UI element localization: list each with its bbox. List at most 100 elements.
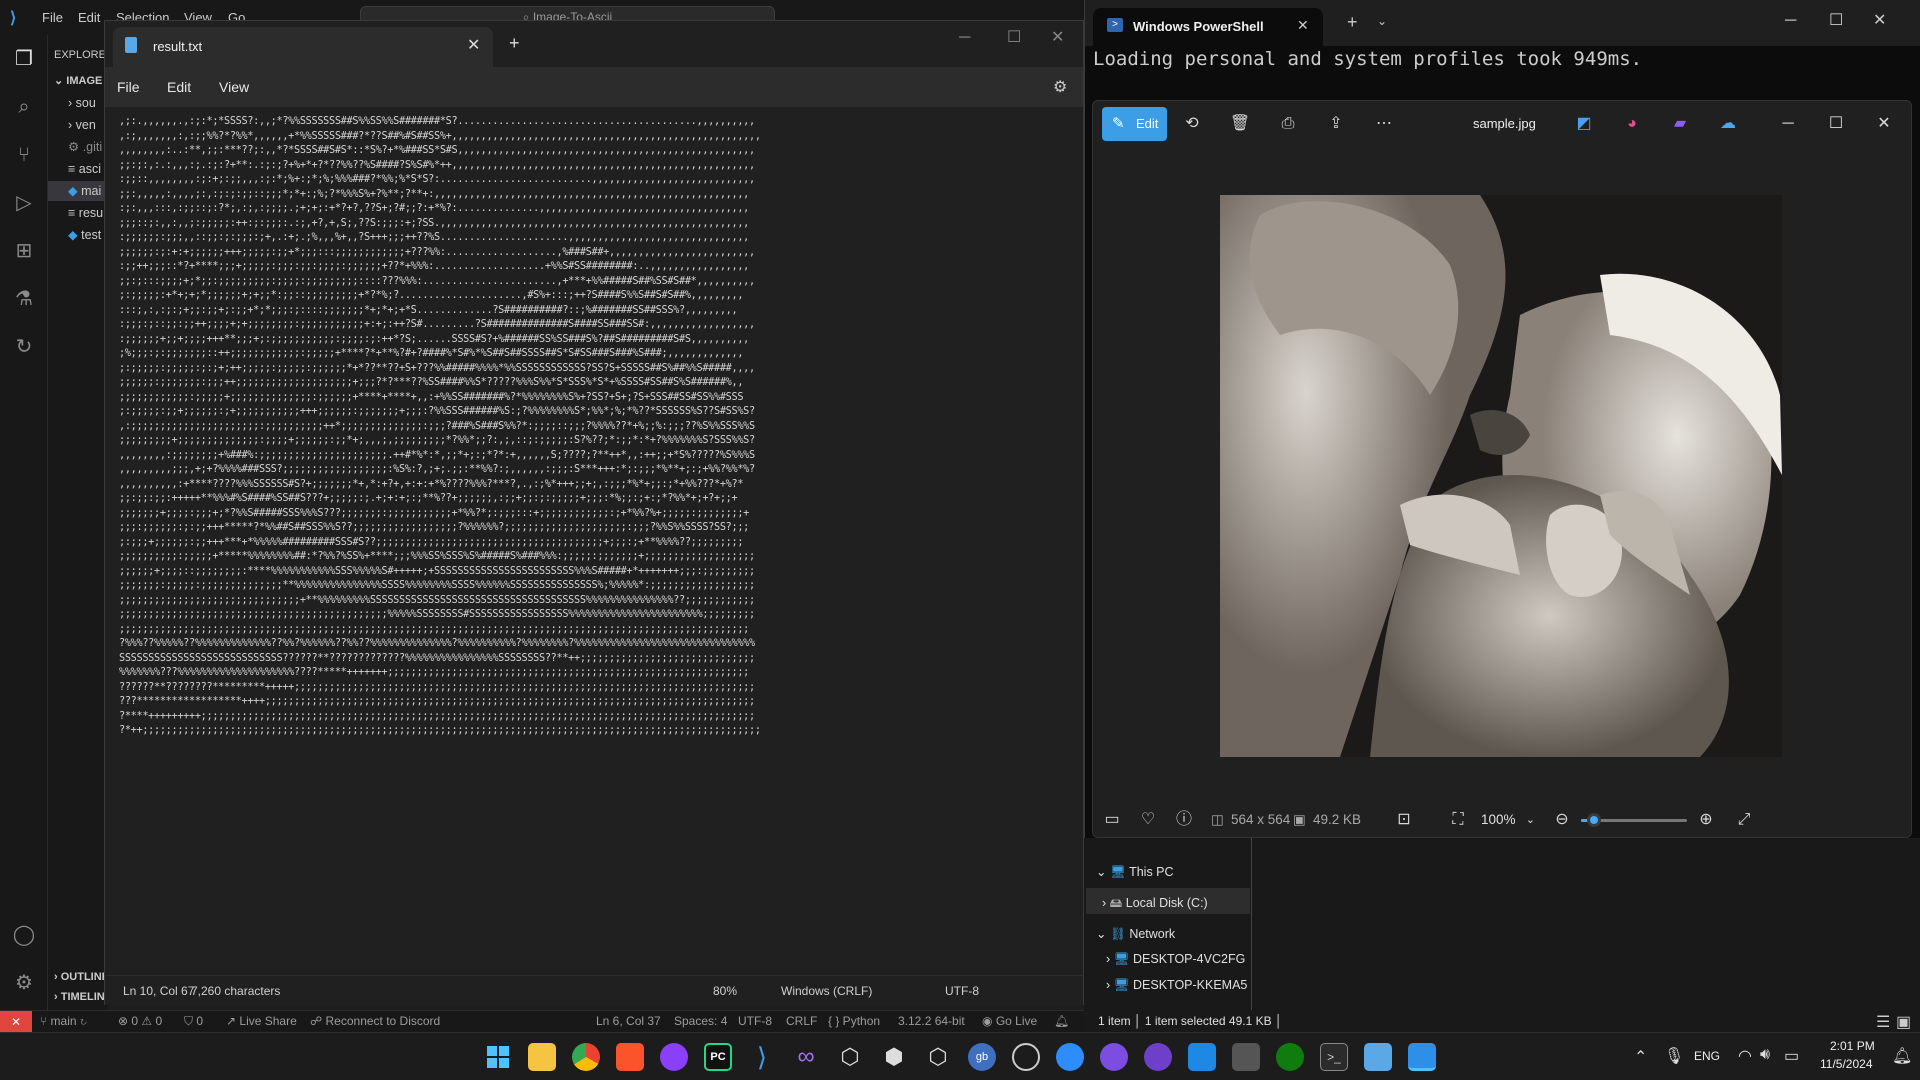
terminal-output[interactable]: Loading personal and system profiles too… (1093, 48, 1642, 70)
indentation[interactable]: Spaces: 4 (674, 1014, 727, 1028)
minimize-icon[interactable]: ─ (1777, 113, 1799, 135)
edit-button[interactable]: ✎ Edit (1102, 107, 1167, 141)
tree-item-selected[interactable]: ◆ mai (48, 181, 108, 201)
menu-edit[interactable]: Edit (78, 10, 100, 25)
notepad-icon[interactable] (1364, 1043, 1392, 1071)
pycharm-icon[interactable]: PC (704, 1043, 732, 1071)
settings-gear-icon[interactable]: ⚙ (12, 971, 36, 995)
explorer-icon[interactable]: ❐ (12, 47, 36, 71)
wifi-icon[interactable]: ◠ (1738, 1046, 1752, 1066)
close-icon[interactable]: ✕ (1051, 27, 1064, 47)
tree-this-pc[interactable]: ⌄ 🖥︎ This PC (1096, 864, 1174, 880)
live-share-button[interactable]: ↗ Live Share (226, 1014, 297, 1028)
blue-app-icon[interactable] (1188, 1043, 1216, 1071)
print-icon[interactable]: ⎙ (1277, 113, 1299, 135)
interpreter[interactable]: 3.12.2 64-bit (898, 1014, 965, 1028)
maximize-icon[interactable]: ☐ (1007, 27, 1021, 47)
close-tab-icon[interactable]: ✕ (467, 35, 480, 55)
windows-terminal-icon[interactable]: >_ (1320, 1043, 1348, 1071)
displayed-photo[interactable] (1220, 195, 1782, 757)
terminal-app-icon[interactable] (1232, 1043, 1260, 1071)
microphone-icon[interactable]: 🎙︎ (1664, 1046, 1684, 1066)
close-tab-icon[interactable]: ✕ (1297, 17, 1309, 34)
rotate-icon[interactable]: ⟲ (1181, 113, 1203, 135)
problems-indicator[interactable]: ⊗ 0 ⚠ 0 (118, 1014, 162, 1028)
np-menu-edit[interactable]: Edit (167, 79, 191, 95)
obs-icon[interactable] (660, 1043, 688, 1071)
tree-desktop-1[interactable]: › 🖥︎ DESKTOP-4VC2FG (1106, 952, 1251, 967)
info-icon[interactable]: ⓘ (1173, 809, 1195, 831)
maximize-icon[interactable]: ☐ (1829, 10, 1843, 30)
outline-section[interactable]: › OUTLINE (54, 967, 108, 987)
settings-gear-icon[interactable]: ⚙ (1053, 77, 1067, 97)
cube-app-icon[interactable]: ⬢ (880, 1043, 908, 1071)
zoom-slider[interactable] (1581, 813, 1687, 827)
new-tab-icon[interactable]: + (509, 33, 520, 54)
details-view-icon[interactable]: ☰ (1876, 1012, 1890, 1032)
testing-icon[interactable]: ⚗ (12, 287, 36, 311)
search-icon[interactable]: ⌕ (12, 95, 36, 119)
extensions-icon[interactable]: ⊞ (12, 239, 36, 263)
clock-date[interactable]: 11/5/2024 (1820, 1057, 1873, 1071)
zoom-app-icon[interactable] (1056, 1043, 1084, 1071)
visual-search-icon[interactable]: ⊡ (1393, 809, 1415, 831)
go-live-button[interactable]: ◉ Go Live (982, 1014, 1037, 1028)
tree-network[interactable]: ⌄ ⛓ Network (1096, 926, 1175, 942)
github-desktop-icon[interactable] (1144, 1043, 1172, 1071)
share-icon[interactable]: ⇪ (1325, 113, 1347, 135)
cursor-position[interactable]: Ln 6, Col 37 (596, 1014, 661, 1028)
filmstrip-icon[interactable]: ▭ (1101, 809, 1123, 831)
source-control-icon[interactable]: ⑂ (12, 143, 36, 167)
notification-bell-icon[interactable]: 🔔︎ (1892, 1046, 1912, 1066)
battery-icon[interactable]: ▭ (1784, 1046, 1799, 1066)
fit-to-window-icon[interactable]: ⛶ (1447, 809, 1469, 831)
unity-icon[interactable]: ⬡ (836, 1043, 864, 1071)
tree-local-disk[interactable]: › 🖴 Local Disk (C:) (1086, 888, 1250, 914)
clipchamp-icon[interactable]: ▰ (1669, 113, 1691, 135)
gb-app-icon[interactable]: gb (968, 1043, 996, 1071)
zoom-out-icon[interactable]: ⊖ (1551, 809, 1573, 831)
delete-icon[interactable]: 🗑︎ (1229, 113, 1251, 135)
close-icon[interactable]: ✕ (1873, 113, 1895, 135)
terminal-tab[interactable]: > Windows PowerShell ✕ (1093, 8, 1323, 46)
language-indicator[interactable]: ENG (1694, 1049, 1720, 1063)
encoding[interactable]: UTF-8 (738, 1014, 772, 1028)
notifications-bell-icon[interactable]: 🔔︎ (1054, 1014, 1069, 1028)
notepad-tab[interactable]: result.txt ✕ (113, 27, 493, 67)
brave-icon[interactable] (616, 1043, 644, 1071)
xbox-icon[interactable] (1276, 1043, 1304, 1071)
tree-item[interactable]: › ven (68, 115, 96, 135)
zoom-dropdown[interactable]: 100% ⌄ (1475, 807, 1539, 833)
show-hidden-icons-chevron-icon[interactable]: ⌃ (1634, 1047, 1647, 1067)
onedrive-icon[interactable]: ☁ (1717, 113, 1739, 135)
photos-app-icon[interactable] (1408, 1043, 1436, 1071)
explorer-section[interactable]: ⌄ IMAGE (54, 71, 102, 91)
tree-desktop-2[interactable]: › 🖥︎ DESKTOP-KKEMA5 (1106, 978, 1251, 993)
maximize-icon[interactable]: ☐ (1825, 113, 1847, 135)
new-tab-icon[interactable]: + (1347, 12, 1358, 33)
np-menu-view[interactable]: View (219, 79, 249, 95)
branch-indicator[interactable]: ⑂ main ↻ (40, 1014, 87, 1028)
eol[interactable]: CRLF (786, 1014, 817, 1028)
visual-studio-icon[interactable]: ∞ (792, 1043, 820, 1071)
timeline-section[interactable]: › TIMELINE (54, 987, 108, 1007)
account-icon[interactable]: ◯ (12, 923, 36, 947)
file-explorer-icon[interactable] (528, 1043, 556, 1071)
zoom-in-icon[interactable]: ⊕ (1695, 809, 1717, 831)
remote-indicator[interactable]: ✕ (0, 1011, 32, 1033)
discord-button[interactable]: ☍ Reconnect to Discord (310, 1014, 440, 1028)
run-debug-icon[interactable]: ▷ (12, 191, 36, 215)
tree-item[interactable]: › sou (68, 93, 96, 113)
chrome-icon[interactable] (572, 1043, 600, 1071)
live-share-icon[interactable]: ↻ (12, 335, 36, 359)
volume-icon[interactable]: 🔊︎ (1760, 1046, 1770, 1064)
notepad-text-area[interactable]: ,;:.,,,,,,.,:;:*;*SSSS?:,,;*?%%SSSSSSS##… (119, 115, 1069, 975)
minimize-icon[interactable]: ─ (1785, 12, 1796, 30)
fullscreen-icon[interactable]: ⤢ (1733, 809, 1755, 831)
vscode-icon[interactable]: ⟩ (748, 1043, 776, 1071)
minimize-icon[interactable]: ─ (959, 29, 970, 47)
tree-item[interactable]: ⚙ .giti (68, 137, 102, 157)
clock-time[interactable]: 2:01 PM (1830, 1039, 1875, 1053)
ports-indicator[interactable]: ⛉ 0 (184, 1014, 203, 1029)
tiles-view-icon[interactable]: ▣ (1896, 1012, 1911, 1032)
